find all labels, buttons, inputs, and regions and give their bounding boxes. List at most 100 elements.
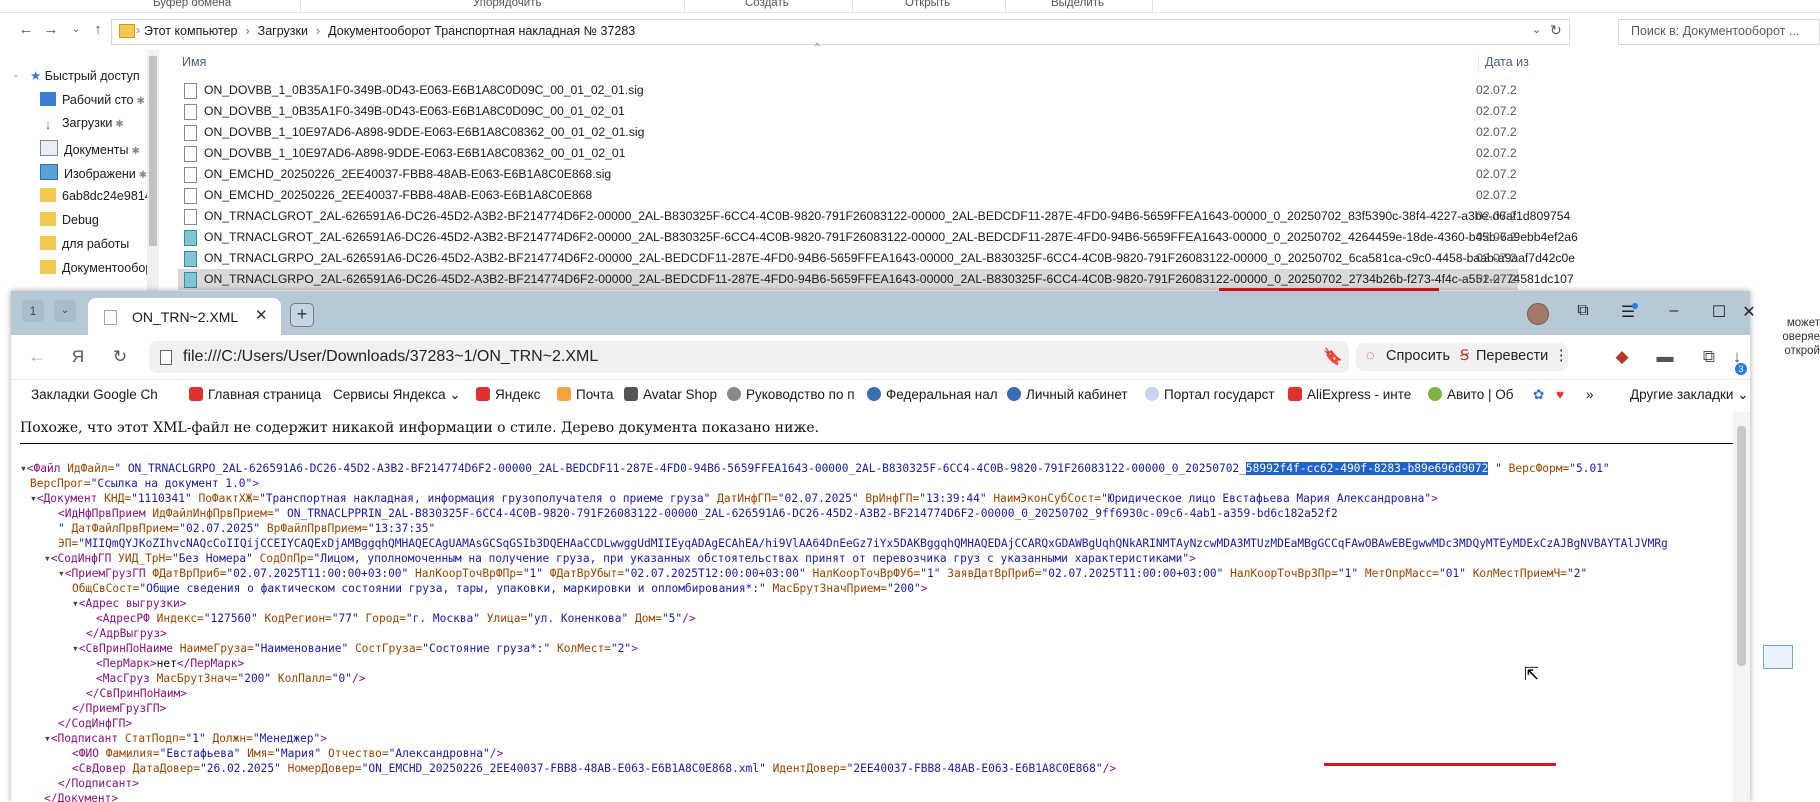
bookmark-item[interactable]: Avatar Shop (624, 387, 717, 402)
bookmark-item[interactable]: Сервисы Яндекса ⌄ (333, 387, 461, 403)
collections-icon[interactable]: ⧉ (1572, 302, 1594, 320)
file-row[interactable]: ON_DOVBB_1_0B35A1F0-349B-0D43-E063-E6B1A… (178, 80, 1518, 101)
explorer-search-input[interactable]: Поиск в: Документооборот ... (1618, 19, 1820, 45)
file-row[interactable]: ON_DOVBB_1_0B35A1F0-349B-0D43-E063-E6B1A… (178, 101, 1518, 122)
forward-arrow-icon[interactable]: → (41, 20, 61, 40)
bookmark-extension-icon[interactable]: ✿ (1533, 387, 1544, 403)
bookmark-item[interactable]: Портал государст (1145, 387, 1275, 402)
back-arrow-icon[interactable]: ← (16, 20, 36, 40)
pin-icon: ✱ (115, 119, 124, 130)
nav-desktop[interactable]: Рабочий сто ✱ (40, 92, 145, 114)
nav-folder[interactable]: Debug (40, 212, 99, 234)
translate-button[interactable]: Перевести (1476, 348, 1548, 364)
bookmark-item[interactable]: Почта (557, 387, 614, 402)
navigation-scrollbar[interactable] (147, 50, 159, 302)
nav-quick-access[interactable]: ⌄ ★ Быстрый доступ (12, 68, 140, 90)
file-row[interactable]: ON_EMCHD_20250226_2EE40037-FBB8-48AB-E06… (178, 164, 1518, 185)
bookmark-item[interactable]: Закладки Google Ch (31, 387, 158, 402)
xml-line: </СодИнфГП> (58, 717, 133, 730)
browser-toolbar: ← Я ↻ file:///C:/Users/User/Downloads/37… (11, 335, 1750, 380)
file-row[interactable]: ON_TRNACLGROT_2AL-626591A6-DC26-45D2-A3B… (178, 227, 1578, 248)
ribbon-separator (1152, 0, 1153, 12)
file-date: 02.07.20 (1476, 209, 1516, 223)
more-options-icon[interactable]: ⋮ (1554, 348, 1569, 364)
bookmark-item[interactable]: Руководство по п (727, 387, 855, 402)
ask-icon: ◌ (1366, 348, 1375, 364)
file-row[interactable]: ON_EMCHD_20250226_2EE40037-FBB8-48AB-E06… (178, 185, 1518, 206)
file-row[interactable]: ON_TRNACLGRPO_2AL-626591A6-DC26-45D2-A3B… (178, 248, 1575, 269)
extensions-icon[interactable]: ⧉ (1697, 345, 1721, 369)
recent-locations-chevron-icon[interactable]: ⌄ (66, 20, 86, 40)
file-row[interactable]: ON_DOVBB_1_10E97AD6-A898-9DDE-E063-E6B1A… (178, 122, 1518, 143)
ribbon-organize[interactable]: Упорядочить (473, 0, 541, 9)
close-tab-icon[interactable]: ✕ (255, 306, 268, 324)
tax-service-icon (1007, 387, 1021, 401)
close-window-icon[interactable]: ✕ (1738, 302, 1760, 322)
collapse-triangle-icon[interactable]: ▾ (30, 492, 37, 505)
bookmark-item[interactable]: Авито | Об (1428, 387, 1514, 402)
ribbon-select[interactable]: Выделить (1051, 0, 1104, 9)
nav-downloads[interactable]: ↓ Загрузки ✱ (40, 116, 124, 138)
ribbon-clipboard[interactable]: Буфер обмена (153, 0, 231, 9)
minimize-icon[interactable]: – (1663, 302, 1685, 320)
page-scrollbar[interactable] (1733, 412, 1750, 802)
tabs-menu-chevron-icon[interactable]: ⌄ (54, 300, 76, 322)
nav-folder[interactable]: 6ab8dc24e9814a (40, 188, 159, 210)
breadcrumb-current-folder[interactable]: Документооборот Транспортная накладная №… (328, 24, 635, 38)
address-bar[interactable]: › Этот компьютер › Загрузки › Документооборо… (111, 19, 1570, 45)
page-info-icon[interactable] (160, 350, 172, 365)
back-arrow-icon[interactable]: ← (25, 345, 49, 369)
xml-line: <АдресРФ Индекс="127560" КодРегион="77" … (96, 612, 696, 625)
selected-text-highlight[interactable]: 58992f4f-cc62-490f-8283-b89e696d9072 (1245, 462, 1489, 475)
ribbon-open[interactable]: Открыть (905, 0, 950, 9)
nav-pictures[interactable]: Изображени ✱ (40, 164, 147, 186)
new-tab-plus-icon[interactable]: + (290, 303, 314, 327)
scrollbar-thumb[interactable] (1737, 426, 1746, 666)
column-name[interactable]: Имя (182, 55, 206, 69)
url-text[interactable]: file:///C:/Users/User/Downloads/37283~1/… (183, 348, 598, 366)
extension-icon[interactable]: ▬ (1653, 345, 1677, 369)
profile-avatar[interactable] (1527, 303, 1549, 325)
address-dropdown-icon[interactable]: ⌄ (1532, 23, 1541, 36)
nav-documents[interactable]: Документы ✱ (40, 140, 140, 162)
other-bookmarks[interactable]: Другие закладки ⌄ (1630, 387, 1749, 403)
up-arrow-icon[interactable]: ↑ (88, 20, 108, 40)
more-bookmarks-icon[interactable]: » (1586, 387, 1594, 402)
bookmark-item[interactable]: Федеральная нал (867, 387, 998, 402)
yandex-logo-icon[interactable]: Я (66, 345, 90, 369)
bookmark-heart-icon[interactable]: ♥ (1556, 387, 1564, 402)
bookmark-item[interactable]: AliExpress - инте (1288, 387, 1411, 402)
bookmark-item[interactable]: Личный кабинет (1007, 387, 1128, 402)
collapse-triangle-icon[interactable]: ▾ (72, 642, 79, 655)
collapse-chevron-icon[interactable]: ⌄ (12, 69, 20, 80)
extension-icon[interactable]: ◆ (1610, 345, 1634, 369)
collapse-triangle-icon[interactable]: ▾ (58, 567, 65, 580)
file-row-selected[interactable]: ON_TRNACLGRPO_2AL-626591A6-DC26-45D2-A3B… (178, 269, 1574, 290)
ask-button[interactable]: Спросить (1386, 348, 1450, 364)
bookmark-item[interactable]: Яндекс (476, 387, 540, 402)
collapse-triangle-icon[interactable]: ▾ (44, 732, 51, 745)
file-row[interactable]: ON_TRNACLGROT_2AL-626591A6-DC26-45D2-A3B… (178, 206, 1570, 227)
background-app-icon[interactable] (1763, 645, 1793, 669)
tab-group-counter[interactable]: 1 (22, 300, 44, 322)
bookmark-item[interactable]: Главная страница (189, 387, 321, 402)
nav-folder[interactable]: Документообор (40, 260, 152, 282)
file-row[interactable]: ON_DOVBB_1_10E97AD6-A898-9DDE-E063-E6B1A… (178, 143, 1518, 164)
refresh-icon[interactable]: ↻ (1550, 22, 1562, 39)
maximize-icon[interactable]: ☐ (1708, 302, 1730, 322)
file-name: ON_DOVBB_1_0B35A1F0-349B-0D43-E063-E6B1A… (204, 104, 625, 118)
ribbon-create[interactable]: Создать (745, 0, 789, 9)
breadcrumb-this-pc[interactable]: Этот компьютер (144, 24, 237, 38)
reload-icon[interactable]: ↻ (108, 345, 132, 369)
address-bar[interactable]: file:///C:/Users/User/Downloads/37283~1/… (149, 341, 1349, 373)
breadcrumb-downloads[interactable]: Загрузки (258, 24, 308, 38)
collapse-triangle-icon[interactable]: ▾ (44, 552, 51, 565)
pictures-icon (40, 164, 58, 180)
collapse-triangle-icon[interactable]: ▾ (20, 462, 27, 475)
scrollbar-thumb[interactable] (149, 56, 157, 246)
nav-folder[interactable]: для работы (40, 236, 129, 258)
bookmark-icon[interactable]: 🔖 (1323, 347, 1343, 367)
column-date[interactable]: Дата из (1478, 55, 1545, 69)
tab-active[interactable]: ON_TRN~2.XML ✕ (88, 298, 281, 335)
collapse-triangle-icon[interactable]: ▾ (72, 597, 79, 610)
